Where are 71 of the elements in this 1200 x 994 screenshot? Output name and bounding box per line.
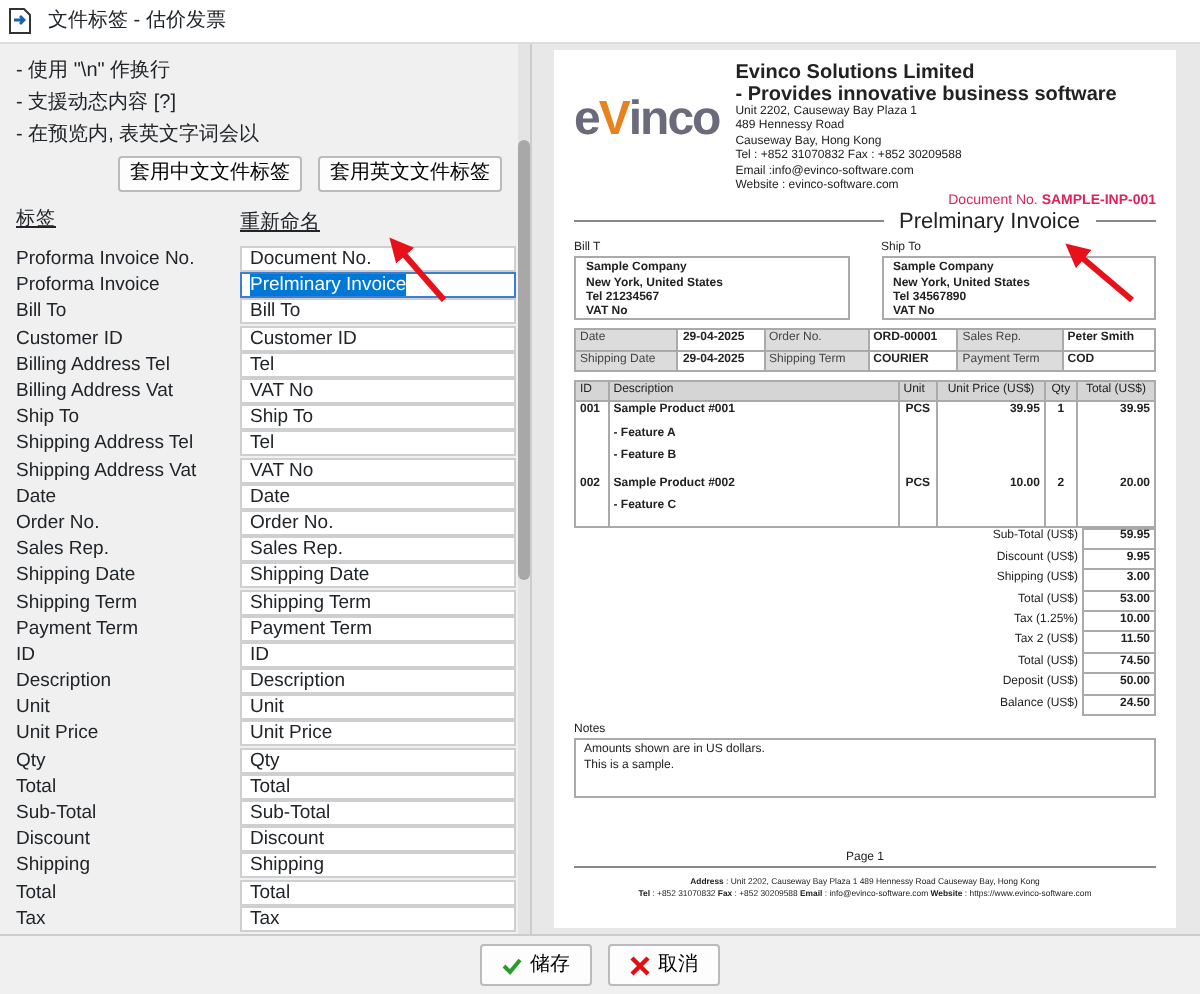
input-field[interactable]: Date: [240, 483, 516, 510]
input-field[interactable]: VAT No: [240, 457, 516, 484]
row-label: Tax: [16, 907, 48, 930]
company-name: Evinco Solutions Limited: [735, 62, 977, 84]
input-field[interactable]: VAT No: [240, 378, 516, 405]
input-field[interactable]: Shipping: [240, 852, 516, 879]
row-label: Description: [16, 670, 114, 693]
row-label: Billing Address Vat: [16, 380, 176, 403]
input-field[interactable]: Qty: [240, 747, 516, 774]
row-label: Qty: [16, 749, 48, 772]
input-field[interactable]: ID: [240, 641, 516, 668]
scrollbar[interactable]: [518, 44, 530, 934]
row-label: Ship To: [16, 406, 82, 429]
input-field[interactable]: Payment Term: [240, 615, 516, 642]
row-label: Unit Price: [16, 722, 101, 745]
preset-button[interactable]: 套用英文文件标签: [318, 156, 502, 192]
column-header: 标签: [16, 208, 58, 234]
row-label: Shipping Date: [16, 564, 138, 587]
close-icon: [630, 955, 650, 975]
row-label: Customer ID: [16, 327, 125, 350]
arrow-drawing: [1065, 243, 1134, 303]
dialog-button[interactable]: 储存: [480, 944, 592, 986]
company-tagline: - Provides innovative business software: [735, 84, 1117, 106]
input-field[interactable]: Tel: [240, 430, 516, 457]
row-label: Shipping Address Vat: [16, 459, 199, 482]
input-field[interactable]: Tel: [240, 351, 516, 378]
input-field[interactable]: Customer ID: [240, 325, 516, 352]
input-field[interactable]: Shipping Date: [240, 562, 516, 589]
input-field[interactable]: Ship To: [240, 404, 516, 431]
check-icon: [502, 955, 522, 975]
invoice-title: Prelminary Invoice: [899, 209, 1080, 234]
dialog-button[interactable]: 取消: [608, 944, 720, 986]
window-title: 文件标签 - 估价发票: [48, 7, 226, 36]
row-label: Proforma Invoice: [16, 274, 162, 297]
document-icon: [8, 8, 32, 34]
input-field[interactable]: Sub-Total: [240, 800, 516, 827]
logo: eVinco: [574, 90, 720, 150]
row-label: Sales Rep.: [16, 538, 111, 561]
input-field[interactable]: Order No.: [240, 509, 516, 536]
preset-button[interactable]: 套用中文文件标签: [118, 156, 302, 192]
input-field[interactable]: Total: [240, 773, 516, 800]
input-field[interactable]: Tax: [240, 905, 516, 932]
row-label: Proforma Invoice No.: [16, 248, 197, 271]
instruction-text: - 使用 "\n" 作换行: [16, 60, 171, 84]
row-label: Bill To: [16, 300, 69, 323]
row-label: Sub-Total: [16, 802, 99, 825]
input-field[interactable]: Prelminary Invoice: [240, 272, 516, 299]
input-field[interactable]: Document No.: [240, 246, 516, 273]
row-label: Shipping: [16, 854, 92, 877]
input-field[interactable]: Total: [240, 879, 516, 906]
input-field[interactable]: Description: [240, 668, 516, 695]
input-field[interactable]: Shipping Term: [240, 589, 516, 616]
row-label: Shipping Address Tel: [16, 432, 196, 455]
row-label: Shipping Term: [16, 591, 140, 614]
row-label: Total: [16, 775, 59, 798]
row-label: ID: [16, 643, 37, 666]
input-field[interactable]: Bill To: [240, 298, 516, 325]
instruction-text: - 支援动态内容 [?]: [16, 92, 177, 116]
input-field[interactable]: Sales Rep.: [240, 536, 516, 563]
row-label: Date: [16, 485, 59, 508]
row-label: Billing Address Tel: [16, 353, 172, 376]
row-label: Order No.: [16, 511, 102, 534]
instruction-text: - 在预览内, 表英文字词会以: [16, 124, 260, 148]
row-label: Payment Term: [16, 617, 141, 640]
column-header: 重新命名: [240, 209, 320, 238]
row-label: Total: [16, 881, 59, 904]
input-field[interactable]: Unit Price: [240, 720, 516, 747]
row-label: Discount: [16, 828, 92, 851]
input-field[interactable]: Unit: [240, 694, 516, 721]
input-field[interactable]: Discount: [240, 826, 516, 853]
row-label: Unit: [16, 696, 52, 719]
